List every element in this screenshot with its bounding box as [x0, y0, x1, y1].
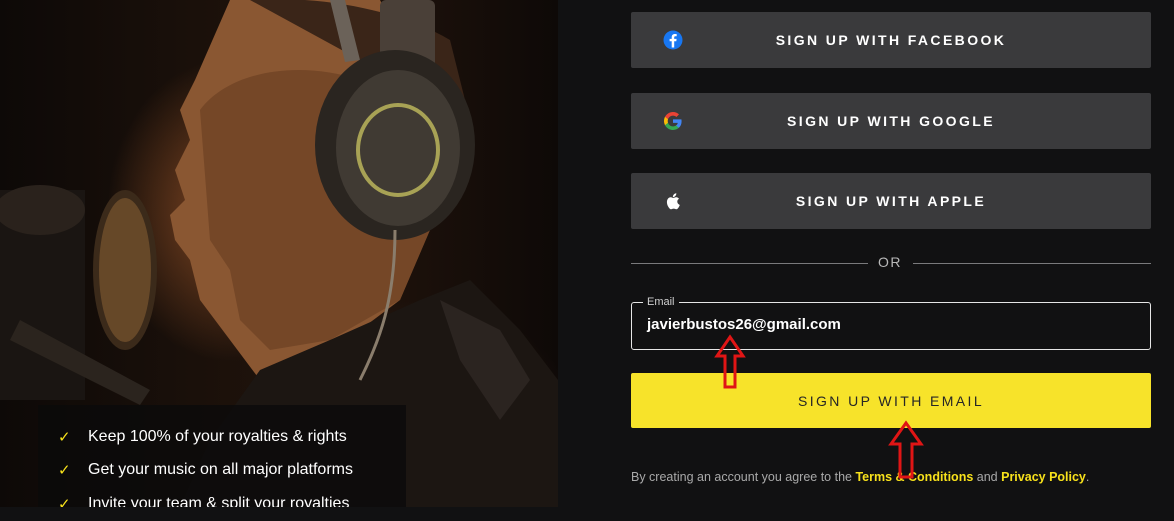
feature-item: ✓ Keep 100% of your royalties & rights [58, 426, 347, 448]
facebook-icon [663, 30, 683, 50]
facebook-signup-button[interactable]: SIGN UP WITH FACEBOOK [631, 12, 1151, 68]
facebook-signup-label: SIGN UP WITH FACEBOOK [775, 32, 1007, 48]
google-signup-button[interactable]: SIGN UP WITH GOOGLE [631, 93, 1151, 149]
google-signup-label: SIGN UP WITH GOOGLE [787, 113, 995, 129]
check-icon: ✓ [58, 495, 71, 507]
apple-signup-button[interactable]: SIGN UP WITH APPLE [631, 173, 1151, 229]
divider-line-left [631, 263, 868, 264]
legal-prefix: By creating an account you agree to the [631, 470, 856, 484]
email-field-value[interactable]: javierbustos26@gmail.com [647, 316, 841, 333]
check-icon: ✓ [58, 461, 71, 479]
annotation-arrow-up-icon [888, 420, 924, 479]
hero-photo: ✓ Keep 100% of your royalties & rights ✓… [0, 0, 558, 507]
legal-and: and [973, 470, 1002, 484]
email-signup-label: SIGN UP WITH EMAIL [797, 392, 985, 409]
feature-text: Get your music on all major platforms [88, 461, 353, 478]
feature-text: Keep 100% of your royalties & rights [88, 428, 347, 445]
or-divider-text: OR [878, 254, 902, 270]
divider-line-right [913, 263, 1151, 264]
legal-notice: By creating an account you agree to the … [631, 470, 1089, 484]
apple-icon [666, 193, 680, 210]
email-field-label: Email [643, 296, 679, 308]
apple-signup-label: SIGN UP WITH APPLE [795, 193, 987, 209]
check-icon: ✓ [58, 428, 71, 446]
legal-suffix: . [1085, 470, 1090, 484]
privacy-link[interactable]: Privacy Policy [1001, 470, 1086, 484]
feature-item: ✓ Get your music on all major platforms [58, 459, 353, 481]
feature-item: ✓ Invite your team & split your royaltie… [58, 493, 349, 507]
annotation-arrow-up-icon [714, 334, 746, 389]
microphone-graphic [0, 185, 157, 405]
features-panel: ✓ Keep 100% of your royalties & rights ✓… [38, 405, 406, 507]
feature-text: Invite your team & split your royalties [88, 495, 350, 507]
google-icon [664, 112, 682, 130]
